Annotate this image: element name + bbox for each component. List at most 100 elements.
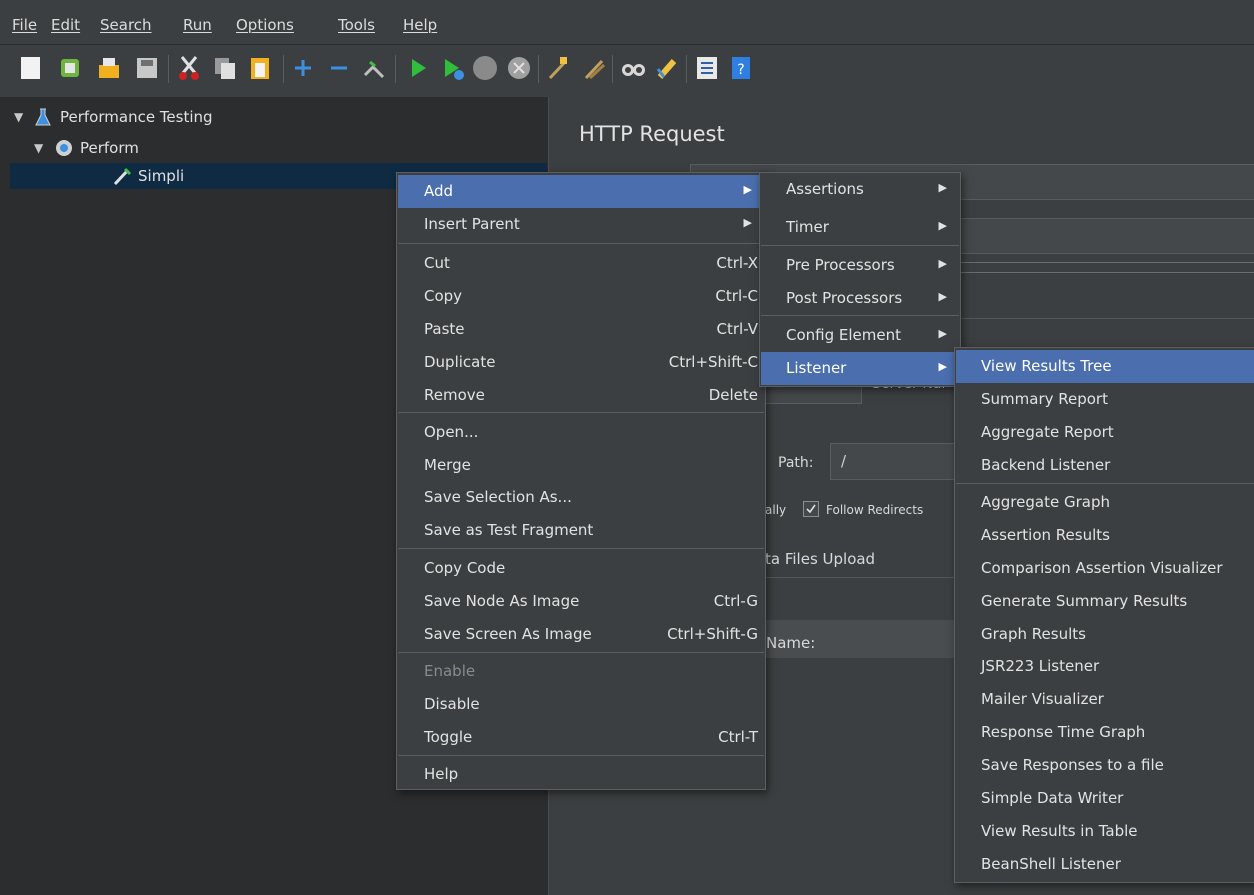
menu-bar: File Edit Search Run Options Tools Help — [0, 0, 1254, 45]
follow-redirects-checkbox[interactable] — [803, 501, 819, 517]
listener-item-assertion-results[interactable]: Assertion Results — [956, 519, 1254, 552]
menu-item-duplicate[interactable]: Duplicate Ctrl+Shift-C — [398, 346, 764, 379]
listener-item-backend-listener[interactable]: Backend Listener — [956, 449, 1254, 482]
tree-item-thread-group[interactable]: ▼ Perform — [34, 135, 139, 161]
menu-item-label: Post Processors — [786, 289, 903, 307]
test-plan-icon — [34, 107, 52, 127]
listener-item-beanshell-listener[interactable]: BeanShell Listener — [956, 848, 1254, 881]
collapse-icon[interactable] — [326, 53, 352, 83]
submenu-item-post-processors[interactable]: Post Processors ▶ — [761, 282, 959, 315]
menu-item-save-selection-as[interactable]: Save Selection As... — [398, 481, 764, 514]
help-icon[interactable]: ? — [728, 53, 754, 83]
menu-search[interactable]: Search — [100, 16, 152, 34]
menu-item-label: Save Responses to a file — [981, 756, 1164, 774]
paste-icon[interactable] — [247, 53, 273, 83]
menu-item-help[interactable]: Help — [398, 758, 764, 791]
menu-item-disable[interactable]: Disable — [398, 688, 764, 721]
search-icon[interactable] — [620, 53, 646, 83]
function-helper-icon[interactable] — [694, 53, 720, 83]
submenu-item-pre-processors[interactable]: Pre Processors ▶ — [761, 249, 959, 282]
clear-all-icon[interactable] — [582, 53, 608, 83]
tree-item-test-plan[interactable]: ▼ Performance Testing — [14, 104, 213, 130]
shortcut-label: Ctrl-T — [718, 728, 758, 746]
templates-icon[interactable] — [57, 53, 83, 83]
copy-icon[interactable] — [212, 53, 238, 83]
reset-search-icon[interactable] — [654, 53, 680, 83]
menu-file[interactable]: File — [12, 16, 37, 34]
start-icon[interactable] — [405, 53, 431, 83]
menu-item-label: Enable — [424, 662, 476, 680]
name-column-header: Name: — [766, 634, 816, 652]
sampler-icon — [112, 166, 132, 186]
listener-item-jsr223-listener[interactable]: JSR223 Listener — [956, 650, 1254, 683]
menu-item-enable: Enable — [398, 655, 764, 688]
menu-item-label: Disable — [424, 695, 480, 713]
shortcut-label: Ctrl+Shift-G — [667, 625, 758, 643]
listener-item-aggregate-graph[interactable]: Aggregate Graph — [956, 486, 1254, 519]
submenu-item-config-element[interactable]: Config Element ▶ — [761, 319, 959, 352]
add-submenu: Assertions ▶ Timer ▶ Pre Processors ▶ Po… — [759, 172, 961, 387]
menu-item-paste[interactable]: Paste Ctrl-V — [398, 313, 764, 346]
shortcut-label: Ctrl-C — [715, 287, 758, 305]
submenu-item-timer[interactable]: Timer ▶ — [761, 211, 959, 244]
menu-item-open[interactable]: Open... — [398, 416, 764, 449]
listener-item-view-results-in-table[interactable]: View Results in Table — [956, 815, 1254, 848]
toggle-icon[interactable] — [361, 53, 387, 83]
menu-item-label: Assertions — [786, 180, 864, 198]
menu-help[interactable]: Help — [403, 16, 437, 34]
menu-item-save-as-test-fragment[interactable]: Save as Test Fragment — [398, 514, 764, 547]
shutdown-icon[interactable] — [506, 53, 532, 83]
menu-tools[interactable]: Tools — [338, 16, 375, 34]
listener-item-generate-summary-results[interactable]: Generate Summary Results — [956, 585, 1254, 618]
listener-item-aggregate-report[interactable]: Aggregate Report — [956, 416, 1254, 449]
clear-icon[interactable] — [546, 53, 572, 83]
menu-item-save-node-as-image[interactable]: Save Node As Image Ctrl-G — [398, 585, 764, 618]
thread-group-icon — [54, 138, 74, 158]
chevron-down-icon[interactable]: ▼ — [14, 110, 28, 124]
listener-item-response-time-graph[interactable]: Response Time Graph — [956, 716, 1254, 749]
menu-item-label: Summary Report — [981, 390, 1108, 408]
menu-item-label: Insert Parent — [424, 215, 520, 233]
save-icon[interactable] — [134, 53, 160, 83]
listener-item-save-responses-to-file[interactable]: Save Responses to a file — [956, 749, 1254, 782]
submenu-item-assertions[interactable]: Assertions ▶ — [761, 173, 959, 206]
listener-item-comparison-assertion-visualizer[interactable]: Comparison Assertion Visualizer — [956, 552, 1254, 585]
menu-item-label: Copy — [424, 287, 463, 305]
chevron-down-icon[interactable]: ▼ — [34, 141, 48, 155]
submenu-arrow-icon: ▶ — [938, 257, 947, 270]
menu-item-remove[interactable]: Remove Delete — [398, 379, 764, 412]
menu-item-label: Merge — [424, 456, 471, 474]
listener-item-summary-report[interactable]: Summary Report — [956, 383, 1254, 416]
listener-item-simple-data-writer[interactable]: Simple Data Writer — [956, 782, 1254, 815]
listener-item-mailer-visualizer[interactable]: Mailer Visualizer — [956, 683, 1254, 716]
menu-item-cut[interactable]: Cut Ctrl-X — [398, 247, 764, 280]
menu-item-label: Backend Listener — [981, 456, 1111, 474]
menu-run[interactable]: Run — [183, 16, 212, 34]
shortcut-label: Delete — [708, 386, 758, 404]
menu-item-toggle[interactable]: Toggle Ctrl-T — [398, 721, 764, 754]
menu-item-copy-code[interactable]: Copy Code — [398, 552, 764, 585]
tree-item-label: Simpli — [138, 167, 185, 185]
start-no-pause-icon[interactable] — [440, 53, 466, 83]
menu-item-copy[interactable]: Copy Ctrl-C — [398, 280, 764, 313]
menu-item-merge[interactable]: Merge — [398, 449, 764, 482]
cut-icon[interactable] — [176, 53, 202, 83]
menu-item-save-screen-as-image[interactable]: Save Screen As Image Ctrl+Shift-G — [398, 618, 764, 651]
open-icon[interactable] — [96, 53, 122, 83]
new-icon[interactable] — [18, 53, 44, 83]
menu-edit[interactable]: Edit — [51, 16, 80, 34]
submenu-item-listener[interactable]: Listener ▶ — [761, 352, 959, 385]
listener-item-graph-results[interactable]: Graph Results — [956, 618, 1254, 651]
menu-item-insert-parent[interactable]: Insert Parent ▶ — [398, 208, 764, 241]
parameters-tabs[interactable]: ta Files Upload — [765, 550, 875, 568]
shortcut-label: Ctrl-G — [713, 592, 758, 610]
shortcut-label: Ctrl+Shift-C — [668, 353, 758, 371]
menu-item-add[interactable]: Add ▶ — [398, 175, 764, 208]
expand-icon[interactable] — [290, 53, 316, 83]
menu-item-label: Add — [424, 182, 454, 200]
menu-options[interactable]: Options — [236, 16, 294, 34]
listener-item-view-results-tree[interactable]: View Results Tree — [956, 350, 1254, 383]
stop-icon[interactable] — [472, 53, 498, 83]
submenu-arrow-icon: ▶ — [938, 290, 947, 303]
path-input[interactable]: / — [830, 443, 956, 480]
